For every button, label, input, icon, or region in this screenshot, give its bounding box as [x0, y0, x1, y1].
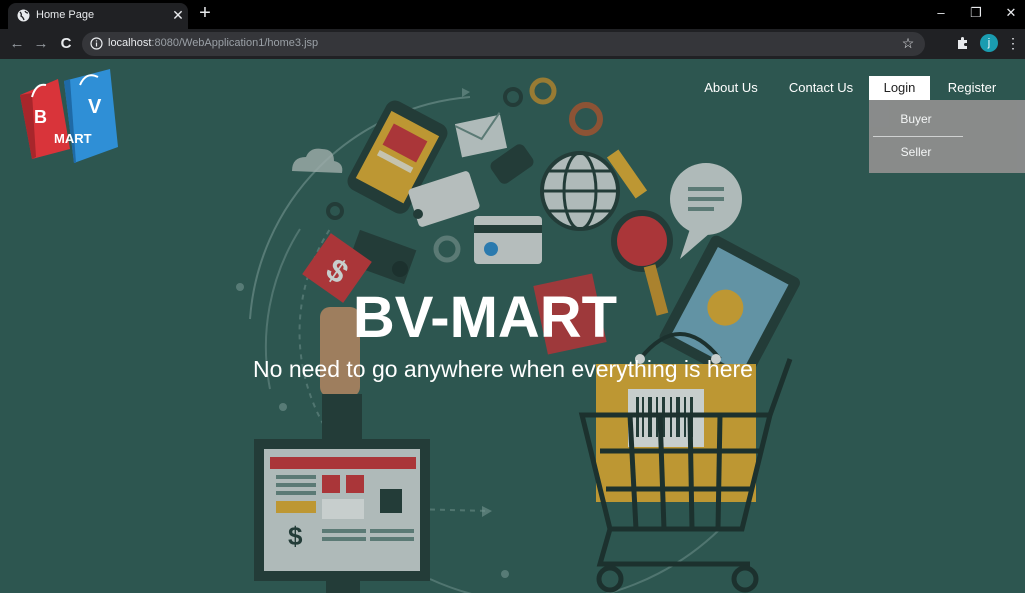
address-bar[interactable]: localhost:8080/WebApplication1/home3.jsp… [82, 32, 925, 56]
more-menu-icon[interactable]: ⋮ [1006, 34, 1020, 52]
reload-button[interactable]: C [57, 35, 75, 53]
bookmark-star-icon[interactable]: ☆ [899, 34, 917, 52]
nav-login[interactable]: Login [869, 76, 930, 100]
dropdown-item-buyer[interactable]: Buyer [869, 105, 963, 133]
back-button[interactable]: ← [8, 35, 26, 53]
dropdown-item-seller[interactable]: Seller [869, 138, 963, 166]
tab-title: Home Page [36, 9, 95, 21]
logo-letter-b: B [34, 107, 47, 127]
globe-icon [17, 9, 30, 22]
tab-strip: Home Page ✕ + – ❐ ✕ [0, 0, 1025, 29]
close-tab-icon[interactable]: ✕ [170, 6, 186, 24]
profile-avatar[interactable]: j [980, 34, 998, 52]
page-content: $ $ B V MART About Us Contact Us Login R… [0, 59, 1025, 593]
window-close-button[interactable]: ✕ [1001, 4, 1021, 22]
logo-text: MART [54, 131, 92, 146]
url-host: localhost [108, 37, 152, 49]
logo-letter-v: V [88, 96, 102, 118]
nav-about-us[interactable]: About Us [696, 76, 766, 100]
minimize-button[interactable]: – [931, 4, 951, 22]
bvmart-logo[interactable]: B V MART [18, 67, 122, 167]
info-icon[interactable] [90, 37, 103, 50]
login-dropdown: Buyer Seller [869, 100, 1025, 173]
url-text[interactable]: localhost:8080/WebApplication1/home3.jsp [108, 37, 318, 49]
new-tab-button[interactable]: + [195, 2, 215, 24]
browser-tab[interactable]: Home Page ✕ [8, 3, 188, 29]
forward-button[interactable]: → [32, 35, 50, 53]
puzzle-icon[interactable] [955, 35, 971, 51]
hero-title: BV-MART [352, 285, 618, 350]
nav-register[interactable]: Register [940, 76, 1004, 100]
browser-toolbar: ← → C localhost:8080/WebApplication1/hom… [0, 29, 1025, 59]
dropdown-divider [873, 136, 963, 137]
restore-button[interactable]: ❐ [966, 4, 986, 22]
url-path: :8080/WebApplication1/home3.jsp [151, 37, 319, 49]
hero-subtitle: No need to go anywhere when everything i… [253, 356, 753, 382]
nav-contact-us[interactable]: Contact Us [782, 76, 860, 100]
